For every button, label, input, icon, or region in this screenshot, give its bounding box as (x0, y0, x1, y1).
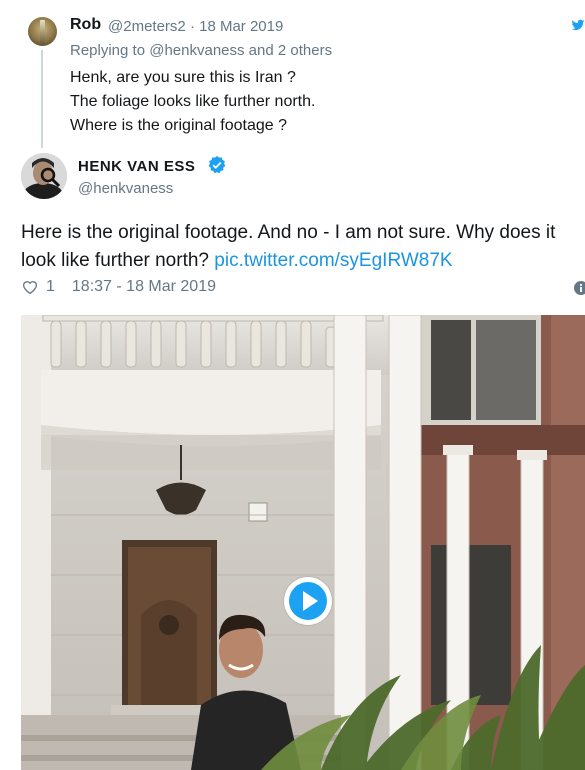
reply-text-line: Where is the original footage ? (70, 117, 288, 134)
media-link[interactable]: pic.twitter.com/syEgIRW87K (214, 250, 452, 271)
replying-mention[interactable]: @henkvaness (149, 42, 244, 59)
meta-separator: · (189, 18, 195, 35)
main-text-line2: look like further north? (21, 250, 209, 271)
info-icon[interactable] (574, 281, 585, 295)
main-author-name[interactable]: HENK VAN ESS (78, 158, 195, 175)
like-count[interactable]: 1 (46, 278, 55, 296)
reply-author-handle[interactable]: @2meters2 (108, 18, 186, 35)
heart-icon[interactable] (21, 278, 39, 296)
play-icon (289, 582, 327, 620)
tweet-actions: 1 18:37 - 18 Mar 2019 (21, 278, 216, 296)
main-text-line1: Here is the original footage. And no - I… (21, 222, 556, 243)
reply-text-line: Henk, are you sure this is Iran ? (70, 69, 296, 86)
thread-connector (41, 50, 43, 148)
reply-tweet-text: Henk, are you sure this is Iran ? The fo… (70, 66, 315, 138)
video-thumbnail[interactable] (21, 315, 585, 770)
replying-to-line: Replying to @henkvaness and 2 others (70, 42, 332, 59)
video-frame (21, 315, 585, 770)
bird-icon[interactable] (571, 18, 585, 32)
main-text-line2-wrap: look like further north? pic.twitter.com… (21, 247, 585, 275)
main-author-handle[interactable]: @henkvaness (78, 180, 173, 197)
play-button[interactable] (284, 577, 332, 625)
avatar-portrait (21, 153, 67, 199)
replying-prefix: Replying to (70, 42, 146, 59)
main-avatar[interactable] (21, 153, 67, 199)
reply-text-line: The foliage looks like further north. (70, 93, 316, 110)
tweet-timestamp[interactable]: 18:37 - 18 Mar 2019 (72, 278, 216, 296)
verified-badge-icon (208, 155, 226, 174)
reply-author-name[interactable]: Rob (70, 16, 101, 34)
main-tweet-text: Here is the original footage. And no - I… (21, 219, 585, 275)
reply-avatar[interactable] (28, 17, 57, 46)
reply-date[interactable]: 18 Mar 2019 (199, 18, 283, 35)
reply-author-meta: @2meters2 · 18 Mar 2019 (108, 18, 283, 35)
replying-suffix[interactable]: and 2 others (249, 42, 332, 59)
